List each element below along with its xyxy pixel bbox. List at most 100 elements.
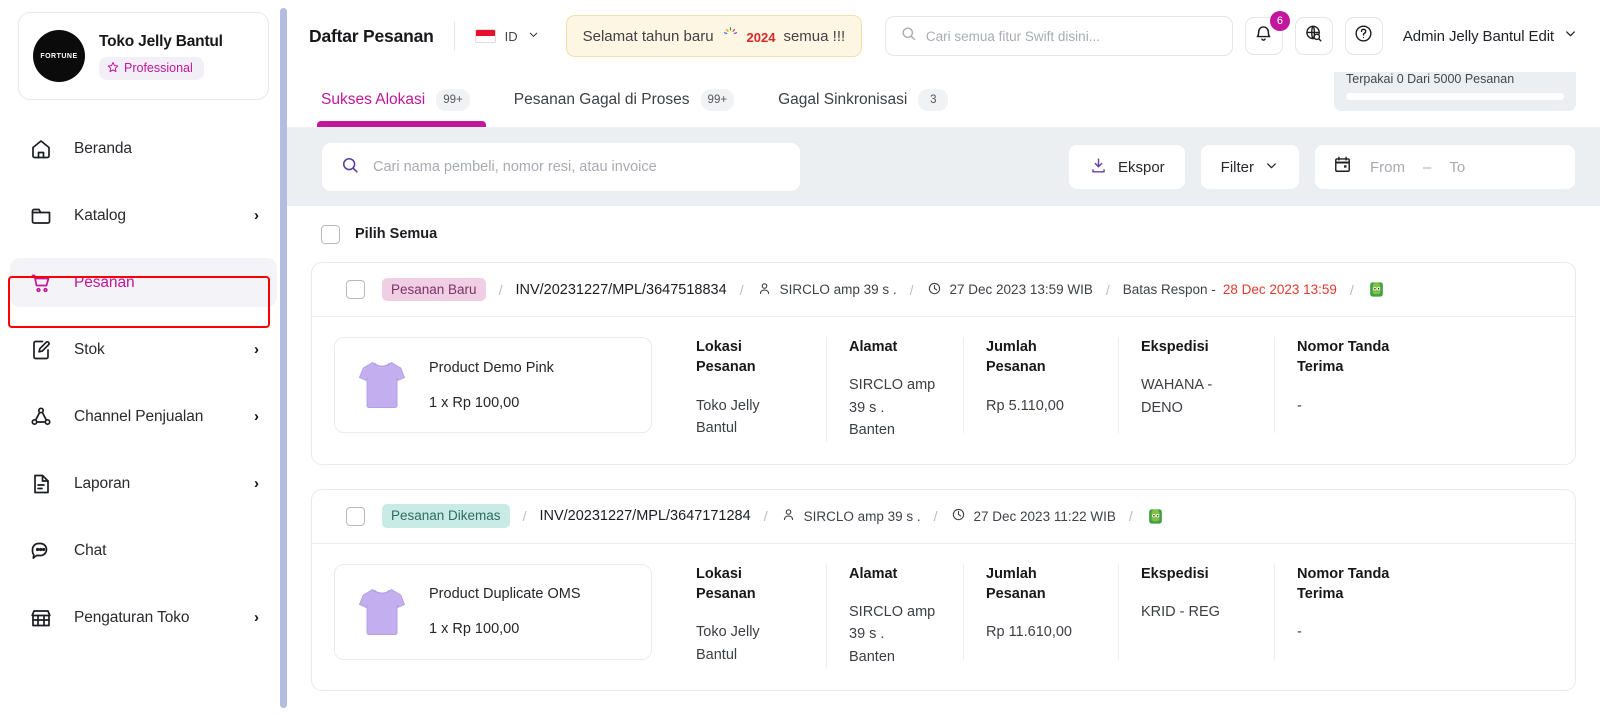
quota-progress-bar [1346,93,1564,100]
store-card[interactable]: FORTUNE Toko Jelly Bantul Professional [18,12,269,100]
sidebar-item-laporan[interactable]: Laporan › [10,459,277,508]
column-header: Jumlah Pesanan [986,565,1046,602]
order-body: Product Demo Pink 1 x Rp 100,00 Lokasi P… [312,317,1575,464]
store-icon [28,605,54,631]
sidebar-item-label: Pesanan [74,273,135,291]
separator: / [933,508,938,525]
date-range-picker[interactable]: From – To [1314,144,1576,190]
buyer-name: SIRCLO amp 39 s . [803,508,921,524]
sidebar-item-pengaturan-toko[interactable]: Pengaturan Toko › [10,593,277,642]
tab-gagal-sinkronisasi[interactable]: Gagal Sinkronisasi 3 [756,72,970,127]
language-globe-button[interactable] [1294,17,1333,55]
sidebar-item-beranda[interactable]: Beranda [10,124,277,173]
date-from-placeholder[interactable]: From [1370,159,1405,176]
column-header: Jumlah Pesanan [986,339,1046,376]
separator: / [763,508,768,525]
column-ekspedisi: Ekspedisi KRID - REG [1118,563,1274,660]
search-icon [900,25,917,47]
separator: / [522,508,527,525]
global-search-input[interactable] [925,28,1218,44]
sidebar-item-chat[interactable]: Chat [10,526,277,575]
quota-label: Terpakai 0 Dari 5000 Pesanan [1346,72,1515,86]
tab-label: Gagal Sinkronisasi [778,90,908,108]
sidebar-scrollbar-thumb[interactable] [280,8,287,708]
tab-sukses-alokasi[interactable]: Sukses Alokasi 99+ [311,72,492,127]
notifications-button[interactable]: 6 [1244,11,1290,55]
column-jumlah-pesanan: Jumlah Pesanan Rp 11.610,00 [963,563,1118,660]
search-icon [340,155,360,180]
select-all-checkbox[interactable] [321,224,340,244]
column-header: Nomor Tanda Terima [1297,565,1390,602]
date-separator: – [1423,158,1432,176]
sidebar-item-katalog[interactable]: Katalog › [10,191,277,240]
fireworks-icon [722,26,739,47]
order-search[interactable] [321,142,801,192]
tab-count-badge: 3 [918,88,949,111]
sidebar-item-label: Channel Penjualan [74,407,204,425]
order-search-input[interactable] [373,159,782,175]
chevron-right-icon: › [254,408,259,425]
divider [453,22,455,50]
clock-icon [927,281,942,299]
invoice-number[interactable]: INV/20231227/MPL/3647171284 [539,508,750,524]
orders-list: Pilih Semua Pesanan Baru / INV/20231227/… [287,206,1600,726]
new-year-banner: Selamat tahun baru 2024 semua !!! [565,15,863,57]
chevron-right-icon: › [254,609,259,626]
separator: / [909,281,914,298]
sidebar-item-stok[interactable]: Stok › [10,325,277,374]
invoice-number[interactable]: INV/20231227/MPL/3647518834 [515,282,726,298]
star-icon [107,61,119,76]
banner-year: 2024 [746,29,776,45]
column-value: Toko Jelly Bantul [696,624,760,663]
topbar: Daftar Pesanan ID Selamat tahun baru 202… [287,0,1600,72]
order-card: Pesanan Baru / INV/20231227/MPL/36475188… [311,262,1576,465]
column-jumlah-pesanan: Jumlah Pesanan Rp 5.110,00 [963,337,1118,433]
notification-count-badge: 6 [1269,11,1290,31]
sidebar-scrollbar[interactable] [280,8,287,714]
user-menu[interactable]: Admin Jelly Bantul Edit [1403,26,1578,46]
select-all-row: Pilih Semua [311,206,1576,262]
filter-button[interactable]: Filter [1199,144,1300,190]
column-alamat: Alamat SIRCLO amp 39 s . Banten [826,337,963,442]
separator: / [739,281,744,298]
status-badge: Pesanan Dikemas [382,504,510,528]
chat-bubble-icon [28,538,54,564]
store-plan-badge: Professional [99,56,204,80]
banner-suffix: semua !!! [783,27,846,45]
share-nodes-icon [28,404,54,430]
sidebar-item-channel-penjualan[interactable]: Channel Penjualan › [10,392,277,441]
column-header: Ekspedisi [1141,339,1209,355]
main-scrollbar[interactable] [1591,120,1597,720]
tokopedia-icon [1146,507,1165,526]
home-icon [28,136,54,162]
language-selector[interactable]: ID [474,28,540,44]
order-checkbox[interactable] [346,280,365,299]
tab-pesanan-gagal-di-proses[interactable]: Pesanan Gagal di Proses 99+ [492,72,756,127]
separator: / [1128,508,1133,525]
product-text: Product Duplicate OMS 1 x Rp 100,00 [429,586,581,637]
banner-prefix: Selamat tahun baru [582,27,714,45]
tab-count-badge: 99+ [700,88,735,111]
column-ekspedisi: Ekspedisi WAHANA - DENO [1118,337,1274,433]
sidebar: FORTUNE Toko Jelly Bantul Professional B… [0,0,287,726]
product-price: 1 x Rp 100,00 [429,621,520,638]
product-text: Product Demo Pink 1 x Rp 100,00 [429,360,554,411]
global-search[interactable] [884,16,1233,56]
column-value: Toko Jelly Bantul [696,397,760,437]
help-button[interactable] [1344,17,1383,55]
main-content: Daftar Pesanan ID Selamat tahun baru 202… [287,0,1600,726]
date-to-placeholder[interactable]: To [1449,159,1465,176]
sidebar-item-label: Chat [74,541,107,559]
order-time: 27 Dec 2023 13:59 WIB [949,282,1093,297]
order-time-info: 27 Dec 2023 11:22 WIB [951,507,1116,525]
person-icon [781,507,796,525]
status-badge: Pesanan Baru [382,277,486,302]
order-checkbox[interactable] [346,506,365,526]
chevron-down-icon [1264,158,1279,177]
column-lokasi-pesanan: Lokasi Pesanan Toko Jelly Bantul [674,564,826,667]
sidebar-item-pesanan[interactable]: Pesanan [10,258,277,307]
filter-label: Filter [1220,158,1254,176]
language-code: ID [504,28,518,44]
export-button[interactable]: Ekspor [1067,144,1186,190]
orders-toolbar: Ekspor Filter From – [287,128,1600,206]
